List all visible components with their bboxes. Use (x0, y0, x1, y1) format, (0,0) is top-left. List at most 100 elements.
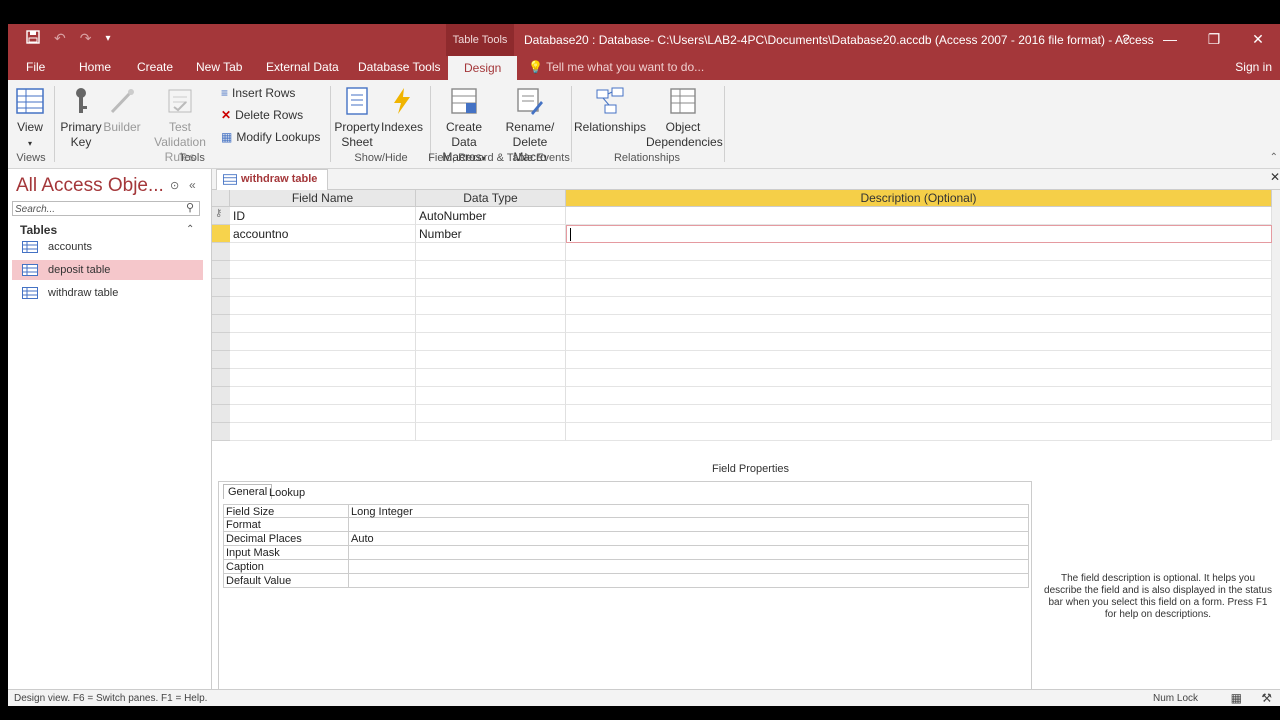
data-type-cell[interactable] (416, 369, 566, 387)
prop-value[interactable] (348, 560, 351, 573)
field-name-cell[interactable] (230, 387, 416, 405)
row-selector[interactable] (212, 423, 230, 441)
nav-item-withdraw-table[interactable]: withdraw table (12, 283, 203, 303)
sign-in-link[interactable]: Sign in (1235, 60, 1272, 74)
row-selector[interactable] (212, 387, 230, 405)
collapse-section-icon[interactable]: ⌃ (186, 224, 194, 235)
indexes-button[interactable]: Indexes (381, 86, 423, 135)
row-selector-current[interactable] (212, 225, 230, 243)
description-cell[interactable] (566, 261, 1272, 279)
minimize-button[interactable]: — (1148, 24, 1192, 56)
property-sheet-button[interactable]: Property Sheet (334, 86, 380, 150)
description-cell[interactable] (566, 369, 1272, 387)
nav-section-tables[interactable]: Tables (20, 223, 57, 237)
tab-file[interactable]: File (26, 60, 45, 74)
row-selector[interactable] (212, 333, 230, 351)
prop-row-default-value[interactable]: Default Value (223, 574, 1029, 588)
tab-new-tab[interactable]: New Tab (196, 60, 242, 74)
description-cell[interactable] (566, 207, 1272, 225)
description-cell[interactable] (566, 351, 1272, 369)
data-type-cell[interactable] (416, 405, 566, 423)
field-name-cell[interactable] (230, 315, 416, 333)
prop-value[interactable]: Long Integer (348, 505, 413, 518)
redo-icon[interactable]: ↷ (80, 30, 92, 47)
field-name-cell[interactable] (230, 333, 416, 351)
prop-value[interactable] (348, 574, 351, 587)
help-button[interactable]: ? (1104, 24, 1148, 56)
nav-title[interactable]: All Access Obje... (16, 175, 164, 197)
close-window-button[interactable]: ✕ (1236, 24, 1280, 56)
prop-row-caption[interactable]: Caption (223, 560, 1029, 574)
row-selector[interactable] (212, 351, 230, 369)
row-selector[interactable] (212, 369, 230, 387)
nav-menu-dropdown-icon[interactable]: ⊙ (170, 179, 179, 192)
description-cell-active[interactable] (566, 225, 1272, 243)
row-selector[interactable] (212, 297, 230, 315)
row-selector[interactable] (212, 261, 230, 279)
field-name-cell[interactable] (230, 279, 416, 297)
data-type-cell[interactable] (416, 351, 566, 369)
restore-button[interactable]: ❐ (1192, 24, 1236, 56)
insert-rows-button[interactable]: ≡ Insert Rows (221, 86, 295, 100)
tab-design[interactable]: Design (448, 56, 518, 80)
data-type-cell[interactable] (416, 297, 566, 315)
tab-create[interactable]: Create (137, 60, 173, 74)
shutter-bar-close-icon[interactable]: « (189, 178, 196, 192)
close-document-icon[interactable]: ✕ (1270, 170, 1280, 184)
row-selector[interactable] (212, 243, 230, 261)
primary-key-button[interactable]: Primary Key (60, 86, 102, 150)
data-type-cell[interactable] (416, 333, 566, 351)
collapse-ribbon-icon[interactable]: ⌃ (1270, 152, 1278, 163)
field-name-cell[interactable] (230, 261, 416, 279)
prop-row-input-mask[interactable]: Input Mask (223, 546, 1029, 560)
data-type-cell[interactable]: Number (416, 225, 566, 243)
row-selector[interactable] (212, 315, 230, 333)
data-type-cell[interactable] (416, 423, 566, 441)
field-name-cell[interactable] (230, 405, 416, 423)
nav-item-accounts[interactable]: accounts (12, 237, 203, 257)
description-cell[interactable] (566, 297, 1272, 315)
prop-row-decimal-places[interactable]: Decimal Places Auto (223, 532, 1029, 546)
prop-row-field-size[interactable]: Field Size Long Integer (223, 504, 1029, 518)
design-view-icon[interactable]: ⚒ (1261, 690, 1272, 706)
description-cell[interactable] (566, 405, 1272, 423)
datasheet-view-icon[interactable]: ▦ (1231, 690, 1242, 706)
description-cell[interactable] (566, 387, 1272, 405)
prop-tab-lookup[interactable]: Lookup (265, 486, 309, 500)
tab-home[interactable]: Home (79, 60, 111, 74)
description-cell[interactable] (566, 243, 1272, 261)
field-name-cell[interactable] (230, 369, 416, 387)
field-name-cell[interactable]: accountno (230, 225, 416, 243)
data-type-cell[interactable] (416, 243, 566, 261)
save-icon[interactable] (26, 30, 40, 47)
object-dependencies-button[interactable]: Object Dependencies (646, 86, 723, 150)
customize-qat-icon[interactable]: ▾ (105, 33, 110, 44)
row-selector[interactable] (212, 279, 230, 297)
field-name-cell[interactable] (230, 351, 416, 369)
builder-button[interactable]: Builder (103, 86, 141, 135)
data-type-cell[interactable] (416, 279, 566, 297)
field-name-cell[interactable] (230, 297, 416, 315)
row-selector[interactable]: ⚷ (212, 207, 230, 225)
data-type-cell[interactable]: AutoNumber (416, 207, 566, 225)
prop-value[interactable]: Auto (348, 532, 374, 545)
description-cell[interactable] (566, 279, 1272, 297)
field-name-cell[interactable] (230, 243, 416, 261)
field-name-cell[interactable] (230, 423, 416, 441)
field-name-cell[interactable]: ID (230, 207, 416, 225)
view-button[interactable]: View ▾ (14, 86, 46, 151)
doc-tab-withdraw-table[interactable]: withdraw table (216, 169, 329, 190)
prop-value[interactable] (348, 518, 351, 531)
tell-me-search[interactable]: 💡 Tell me what you want to do... (528, 60, 704, 74)
undo-icon[interactable]: ↶ (54, 30, 66, 47)
description-cell[interactable] (566, 423, 1272, 441)
nav-item-deposit-table[interactable]: deposit table (12, 260, 203, 280)
data-type-cell[interactable] (416, 261, 566, 279)
tab-external-data[interactable]: External Data (266, 60, 339, 74)
nav-search-input[interactable]: Search... (12, 201, 200, 216)
description-cell[interactable] (566, 333, 1272, 351)
relationships-button[interactable]: Relationships (574, 86, 646, 135)
data-type-cell[interactable] (416, 387, 566, 405)
grid-scrollbar[interactable] (1272, 190, 1280, 440)
tab-database-tools[interactable]: Database Tools (358, 60, 441, 74)
